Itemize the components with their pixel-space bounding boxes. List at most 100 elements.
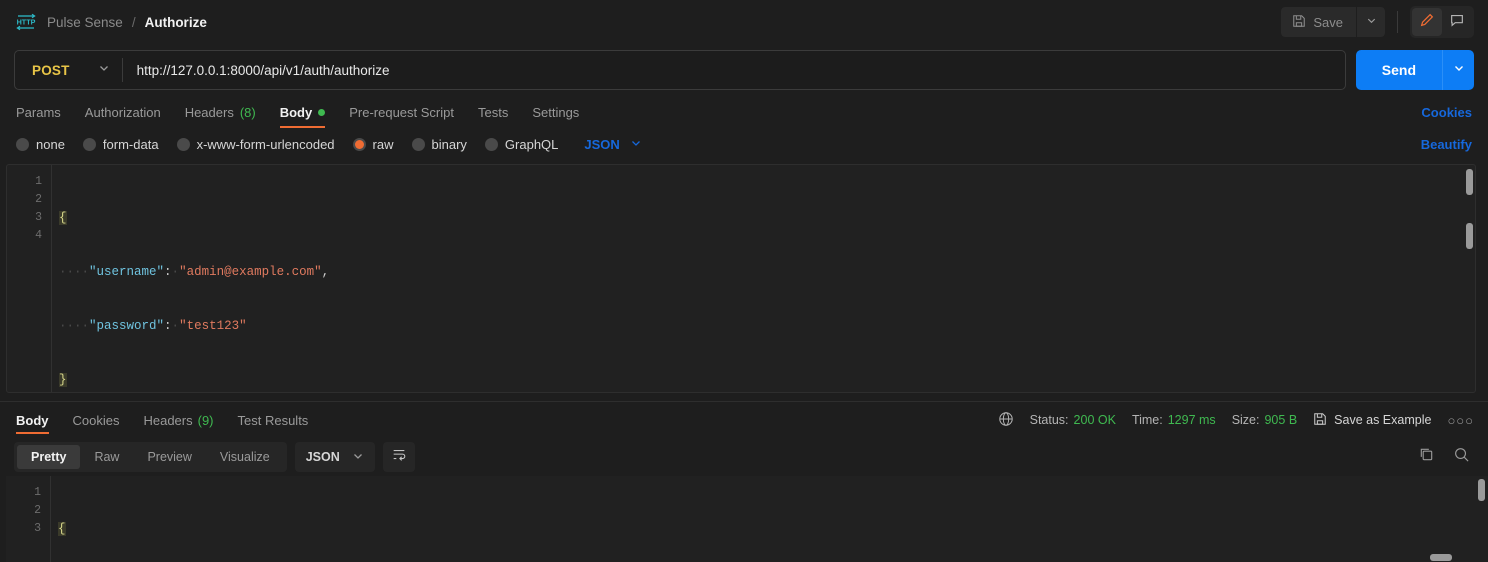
- comments-button[interactable]: [1442, 8, 1472, 36]
- tab-pre-request-script[interactable]: Pre-request Script: [337, 96, 466, 128]
- request-editor-scrollbar-thumb-top[interactable]: [1466, 169, 1473, 195]
- copy-icon[interactable]: [1418, 446, 1435, 468]
- method-label: POST: [32, 62, 70, 78]
- radio-icon: [176, 138, 190, 151]
- response-view-controls: Pretty Raw Preview Visualize JSON: [0, 438, 1488, 476]
- response-tabs-row: Body Cookies Headers (9) Test Results St…: [0, 402, 1488, 438]
- response-tab-test-results-label: Test Results: [237, 412, 309, 428]
- request-editor-line-numbers: 1 2 3 4: [7, 165, 51, 392]
- body-type-form-data[interactable]: form-data: [82, 137, 172, 152]
- response-editor-code[interactable]: { "token": "eyJ0eXAiOiJKV1QiLCJhbGciOiJS…: [50, 476, 1488, 562]
- response-tab-cookies[interactable]: Cookies: [61, 402, 132, 438]
- tab-params-label: Params: [16, 104, 61, 120]
- comment-icon: [1449, 12, 1465, 33]
- response-format-selector[interactable]: JSON: [294, 442, 375, 472]
- json-comma: ,: [321, 265, 330, 279]
- tab-params[interactable]: Params: [14, 96, 73, 128]
- size-label: Size:: [1231, 413, 1260, 427]
- view-mode-visualize[interactable]: Visualize: [206, 445, 284, 469]
- tab-body[interactable]: Body: [268, 96, 338, 128]
- response-tab-test-results[interactable]: Test Results: [226, 402, 321, 438]
- save-as-example-button[interactable]: Save as Example: [1313, 412, 1431, 429]
- line-number: 2: [35, 193, 42, 206]
- save-button[interactable]: Save: [1281, 7, 1356, 37]
- ellipsis-icon[interactable]: ○○○: [1447, 413, 1474, 428]
- response-editor-hscrollbar-thumb[interactable]: [1430, 554, 1452, 561]
- tab-settings-label: Settings: [532, 104, 580, 120]
- code-line-2: ····"username":·"admin@example.com",: [59, 263, 1475, 281]
- response-tab-body[interactable]: Body: [14, 402, 61, 438]
- response-editor-hscrollbar[interactable]: [6, 554, 1488, 562]
- indent-guide: ····: [59, 319, 90, 333]
- body-type-graphql[interactable]: GraphQL: [484, 137, 571, 152]
- url-bar-row: POST Send: [0, 44, 1488, 96]
- line-number: 1: [34, 486, 41, 499]
- line-number: 2: [34, 504, 41, 517]
- response-tab-headers-count: (9): [197, 412, 214, 428]
- request-body-editor[interactable]: 1 2 3 4 { ····"username":·"admin@example…: [6, 164, 1476, 393]
- wrap-lines-button[interactable]: [382, 442, 415, 472]
- view-mode-raw[interactable]: Raw: [80, 445, 133, 469]
- search-icon[interactable]: [1453, 446, 1470, 468]
- request-editor-code[interactable]: { ····"username":·"admin@example.com", ·…: [51, 165, 1475, 392]
- json-value-username: "admin@example.com": [179, 265, 322, 279]
- edit-mode-button[interactable]: [1412, 8, 1442, 36]
- body-type-urlencoded[interactable]: x-www-form-urlencoded: [176, 137, 348, 152]
- body-type-binary[interactable]: binary: [411, 137, 480, 152]
- save-dropdown-button[interactable]: [1357, 7, 1385, 37]
- size-indicator: Size: 905 B: [1232, 413, 1297, 427]
- status-value: 200 OK: [1073, 413, 1116, 427]
- body-type-none[interactable]: none: [14, 137, 78, 152]
- json-open-brace: {: [58, 522, 66, 536]
- view-mode-pretty[interactable]: Pretty: [17, 445, 81, 469]
- body-type-binary-label: binary: [431, 137, 467, 152]
- time-value: 1297 ms: [1167, 413, 1216, 427]
- view-mode-preview[interactable]: Preview: [133, 445, 205, 469]
- response-tab-headers[interactable]: Headers (9): [131, 402, 225, 438]
- response-editor-scrollbar-thumb[interactable]: [1478, 479, 1485, 501]
- pencil-icon: [1419, 12, 1435, 33]
- body-type-raw[interactable]: raw: [352, 137, 407, 152]
- body-type-form-data-label: form-data: [102, 137, 159, 152]
- tab-pre-request-script-label: Pre-request Script: [349, 104, 454, 120]
- tab-settings[interactable]: Settings: [520, 96, 591, 128]
- tab-authorization-label: Authorization: [84, 104, 161, 120]
- json-colon: :: [164, 319, 172, 333]
- size-value: 905 B: [1264, 413, 1298, 427]
- line-number: 1: [35, 175, 42, 188]
- response-body-editor[interactable]: 1 2 3 { "token": "eyJ0eXAiOiJKV1QiLCJhbG…: [6, 476, 1488, 562]
- wrap-lines-icon: [391, 447, 407, 468]
- send-dropdown-button[interactable]: [1442, 50, 1474, 90]
- breadcrumb-collection[interactable]: Pulse Sense: [47, 15, 123, 30]
- beautify-link[interactable]: Beautify: [1421, 137, 1474, 152]
- breadcrumb: HTTP Pulse Sense / Authorize: [14, 12, 207, 32]
- method-selector[interactable]: POST: [15, 51, 122, 89]
- code-line-3: ····"password":·"test123": [59, 317, 1475, 335]
- tab-authorization[interactable]: Authorization: [73, 96, 173, 128]
- save-as-example-label: Save as Example: [1334, 413, 1432, 427]
- tab-headers-label: Headers: [184, 104, 234, 120]
- request-body-format-selector[interactable]: JSON: [584, 136, 641, 154]
- response-format-label: JSON: [305, 450, 340, 464]
- radio-icon-selected: [352, 138, 366, 151]
- tab-headers-count: (8): [239, 104, 256, 120]
- save-button-group: Save: [1281, 7, 1385, 37]
- url-input[interactable]: [122, 62, 1345, 78]
- tab-tests-label: Tests: [477, 104, 509, 120]
- send-button[interactable]: Send: [1355, 50, 1442, 90]
- time-label: Time:: [1131, 413, 1163, 427]
- chevron-down-icon: [352, 450, 364, 465]
- send-button-group: Send: [1355, 50, 1474, 90]
- tab-headers[interactable]: Headers (8): [173, 96, 268, 128]
- tab-tests[interactable]: Tests: [466, 96, 520, 128]
- cookies-link[interactable]: Cookies: [1421, 96, 1474, 128]
- request-editor-scrollbar-thumb[interactable]: [1466, 223, 1473, 249]
- radio-icon: [411, 138, 425, 151]
- tab-body-modified-dot: [318, 108, 326, 116]
- breadcrumb-current-request[interactable]: Authorize: [145, 15, 207, 30]
- request-body-format-label: JSON: [584, 137, 620, 152]
- status-indicator: Status: 200 OK: [1030, 413, 1116, 427]
- view-toggle-group: [1410, 6, 1474, 38]
- response-tab-cookies-label: Cookies: [72, 412, 120, 428]
- radio-icon: [82, 138, 96, 151]
